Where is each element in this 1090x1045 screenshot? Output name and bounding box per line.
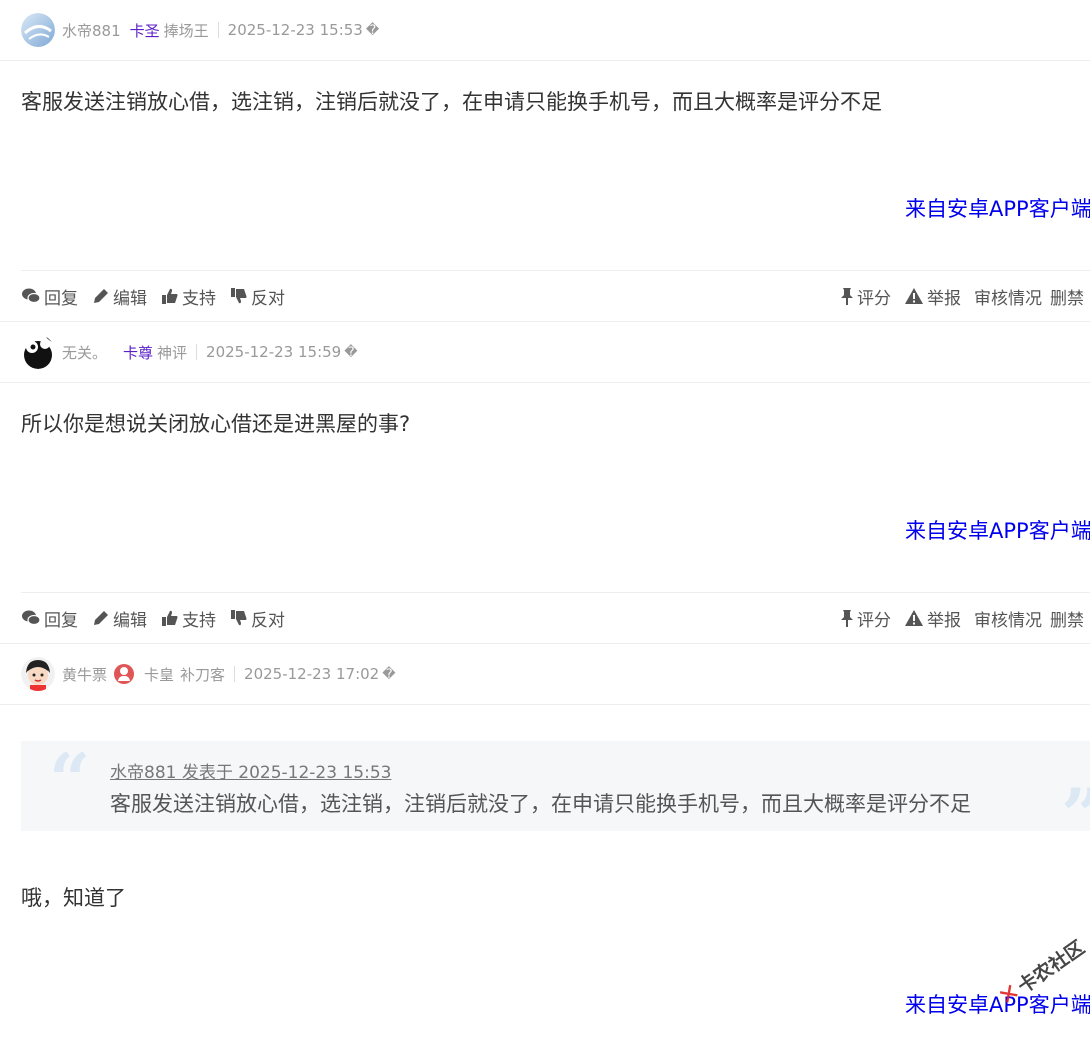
pencil-icon (94, 611, 108, 625)
comment-icon (22, 610, 41, 626)
time-suffix: � (365, 22, 380, 38)
post-2: 无关。 卡尊 神评 2025-12-23 15:59 � 所以你是想说关闭放心借… (0, 322, 1090, 644)
rate-button[interactable]: 评分 (840, 284, 891, 309)
quote-source-link[interactable]: 水帝881 发表于 2025-12-23 15:53 (110, 758, 391, 783)
oppose-label: 反对 (251, 610, 285, 631)
avatar[interactable] (21, 13, 55, 47)
user-level: 卡圣 (129, 21, 160, 40)
support-label: 支持 (182, 610, 216, 631)
close-quote-icon: ” (1061, 779, 1090, 851)
time-suffix: � (382, 666, 396, 682)
post-content: 所以你是想说关闭放心借还是进黑屋的事? (21, 412, 411, 436)
author-name[interactable]: 无关。 (62, 342, 107, 363)
author-name[interactable]: 黄牛票 (62, 664, 107, 685)
reply-button[interactable]: 回复 (21, 606, 78, 631)
ban-link[interactable]: 删禁 (1050, 284, 1084, 309)
thumbs-up-icon (162, 288, 178, 304)
post-actions: 回复 编辑 支持 反对 评分 举报 审核情况 删禁 (21, 592, 1090, 643)
comment-icon (22, 288, 41, 304)
warning-icon (905, 288, 923, 304)
user-badge-icon (114, 664, 135, 684)
time-suffix: � (344, 344, 358, 360)
user-title: 捧场王 (163, 21, 209, 40)
divider (196, 344, 198, 360)
edit-button[interactable]: 编辑 (92, 606, 147, 631)
user-title: 补刀客 (180, 665, 226, 684)
avatar[interactable] (21, 657, 55, 691)
post-actions: 回复 编辑 支持 反对 评分 举报 审核情况 删禁 (21, 270, 1090, 321)
user-level: 卡皇 (144, 665, 175, 684)
post-content: 哦，知道了 (21, 886, 126, 910)
oppose-button[interactable]: 反对 (230, 284, 285, 309)
post-time: 2025-12-23 15:59 (206, 343, 342, 361)
rate-label: 评分 (857, 610, 891, 631)
client-source-link[interactable]: 来自安卓APP客户端 (905, 515, 1090, 545)
report-label: 举报 (927, 610, 961, 631)
audit-link[interactable]: 审核情况 (974, 284, 1042, 309)
warning-icon (905, 610, 923, 626)
moderation-actions: 评分 举报 审核情况 删禁 (840, 606, 1090, 631)
rate-label: 评分 (857, 288, 891, 309)
pin-icon (841, 288, 853, 305)
report-label: 举报 (927, 288, 961, 309)
oppose-label: 反对 (251, 288, 285, 309)
support-label: 支持 (182, 288, 216, 309)
reply-button[interactable]: 回复 (21, 284, 78, 309)
divider (234, 666, 236, 682)
oppose-button[interactable]: 反对 (230, 606, 285, 631)
post-3: 黄牛票 卡皇 补刀客 2025-12-23 17:02 � (0, 644, 1090, 1045)
user-title: 神评 (157, 343, 188, 362)
open-quote-icon: “ (49, 737, 91, 822)
support-button[interactable]: 支持 (161, 284, 216, 309)
quote-block: “ 水帝881 发表于 2025-12-23 15:53 客服发送注销放心借，选… (21, 737, 1090, 851)
user-level: 卡尊 (123, 343, 154, 362)
edit-label: 编辑 (113, 610, 147, 631)
edit-button[interactable]: 编辑 (92, 284, 147, 309)
post-time: 2025-12-23 15:53 (227, 21, 363, 39)
post-header: 水帝881 卡圣 捧场王 2025-12-23 15:53 � (0, 0, 1090, 61)
support-button[interactable]: 支持 (161, 606, 216, 631)
reply-label: 回复 (44, 288, 78, 309)
author-name[interactable]: 水帝881 (62, 20, 121, 41)
thumbs-up-icon (162, 610, 178, 626)
edit-label: 编辑 (113, 288, 147, 309)
post-header: 黄牛票 卡皇 补刀客 2025-12-23 17:02 � (0, 644, 1090, 705)
rate-button[interactable]: 评分 (840, 606, 891, 631)
report-button[interactable]: 举报 (904, 606, 961, 631)
pin-icon (841, 610, 853, 627)
reply-label: 回复 (44, 610, 78, 631)
divider (217, 22, 219, 38)
ban-link[interactable]: 删禁 (1050, 606, 1084, 631)
post-content: 客服发送注销放心借，选注销，注销后就没了，在申请只能换手机号，而且大概率是评分不… (21, 90, 882, 114)
client-source-link[interactable]: 来自安卓APP客户端 (905, 193, 1090, 223)
post-header: 无关。 卡尊 神评 2025-12-23 15:59 � (0, 322, 1090, 383)
avatar[interactable] (21, 335, 55, 369)
audit-link[interactable]: 审核情况 (974, 606, 1042, 631)
thumbs-down-icon (231, 288, 247, 304)
pencil-icon (94, 289, 108, 303)
moderation-actions: 评分 举报 审核情况 删禁 (840, 284, 1090, 309)
post-time: 2025-12-23 17:02 (244, 665, 380, 683)
report-button[interactable]: 举报 (904, 284, 961, 309)
quote-text: 客服发送注销放心借，选注销，注销后就没了，在申请只能换手机号，而且大概率是评分不… (110, 792, 971, 816)
post-1: 水帝881 卡圣 捧场王 2025-12-23 15:53 � 客服发送注销放心… (0, 0, 1090, 322)
thumbs-down-icon (231, 610, 247, 626)
